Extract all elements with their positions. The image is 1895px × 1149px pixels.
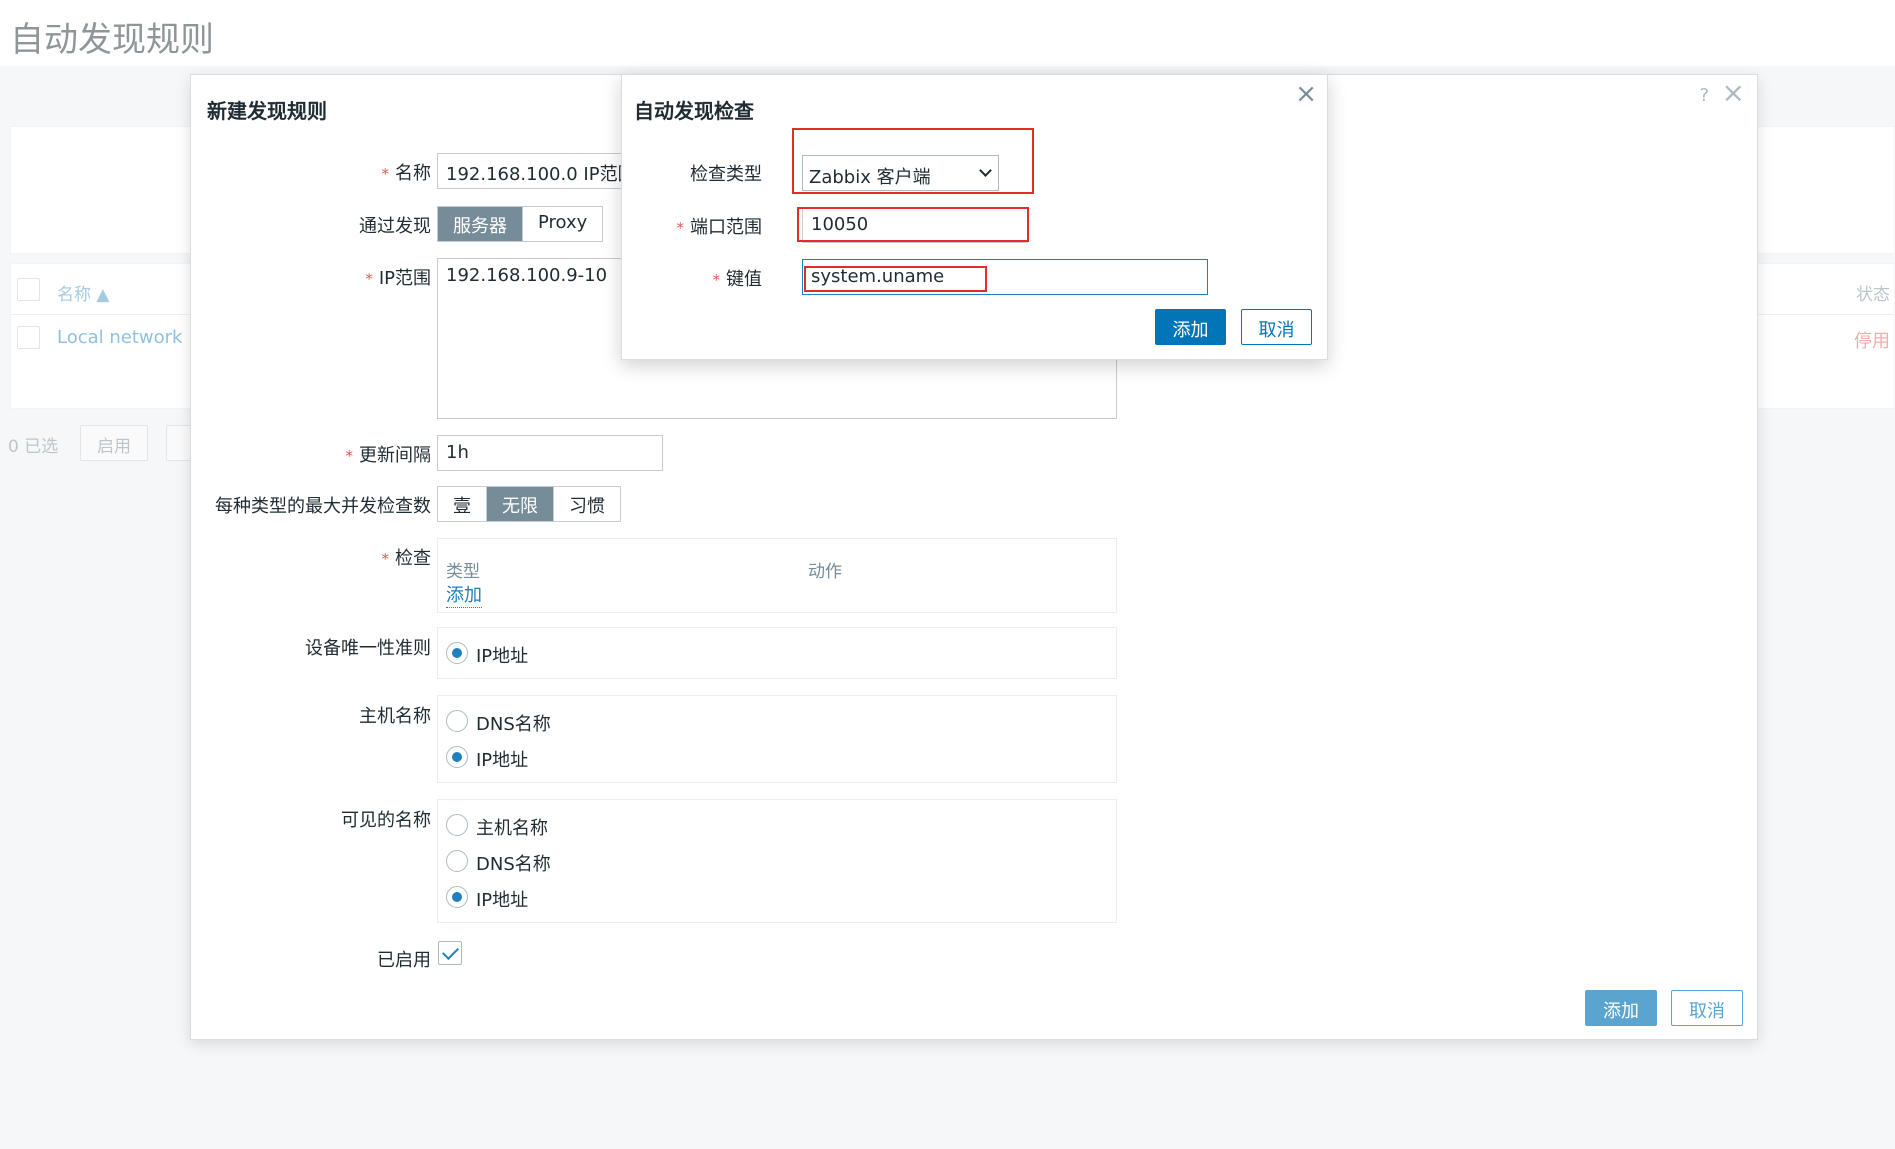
visible-name-label: 可见的名称: [341, 810, 431, 831]
name-label: 名称: [382, 159, 431, 185]
uniqueness-label: 设备唯一性准则: [305, 638, 431, 659]
checks-col-action: 动作: [808, 562, 842, 582]
check-type-select[interactable]: Zabbix 客户端: [802, 155, 999, 191]
visible-name-ip-label: IP地址: [476, 890, 529, 911]
visible-name-group: 主机名称 DNS名称 IP地址: [437, 799, 1117, 923]
host-name-label: 主机名称: [359, 706, 431, 727]
subdialog-close-icon[interactable]: ×: [1295, 81, 1317, 107]
update-interval-label: 更新间隔: [346, 441, 431, 467]
checks-col-type: 类型: [446, 562, 480, 582]
max-checks-label: 每种类型的最大并发检查数: [215, 496, 431, 517]
host-name-dns-radio[interactable]: [446, 710, 468, 732]
uniqueness-ip-label: IP地址: [476, 646, 529, 667]
host-name-group: DNS名称 IP地址: [437, 695, 1117, 783]
discover-by-segmented: 服务器 Proxy: [437, 206, 604, 242]
chevron-down-icon: [979, 164, 992, 177]
port-range-input[interactable]: 10050: [802, 207, 1028, 243]
dialog-title: 新建发现规则: [207, 99, 327, 123]
uniqueness-group: IP地址: [437, 627, 1117, 679]
max-checks-unlimited[interactable]: 无限: [487, 487, 554, 521]
max-checks-segmented: 壹 无限 习惯: [437, 486, 621, 522]
checks-label: 检查: [382, 544, 431, 570]
discover-by-server[interactable]: 服务器: [438, 207, 523, 241]
close-icon[interactable]: ×: [1722, 79, 1745, 107]
host-name-dns-label: DNS名称: [476, 714, 551, 735]
name-input[interactable]: 192.168.100.0 IP范围: [437, 153, 637, 189]
max-checks-custom[interactable]: 习惯: [554, 487, 620, 521]
max-checks-one[interactable]: 壹: [438, 487, 487, 521]
subdialog-title: 自动发现检查: [634, 99, 754, 123]
subdialog-cancel-button[interactable]: 取消: [1241, 309, 1312, 345]
check-type-value: Zabbix 客户端: [809, 167, 931, 188]
host-name-ip-radio[interactable]: [446, 746, 468, 768]
add-button[interactable]: 添加: [1585, 990, 1657, 1026]
host-name-ip-label: IP地址: [476, 750, 529, 771]
visible-name-dns-label: DNS名称: [476, 854, 551, 875]
checks-table: 类型 动作 添加: [437, 538, 1117, 613]
update-interval-input[interactable]: 1h: [437, 435, 663, 471]
uniqueness-ip-radio[interactable]: [446, 642, 468, 664]
subdialog-add-button[interactable]: 添加: [1155, 309, 1226, 345]
enabled-label: 已启用: [377, 950, 431, 971]
port-range-label: 端口范围: [677, 213, 762, 239]
help-icon[interactable]: ?: [1699, 85, 1709, 106]
checks-add-link[interactable]: 添加: [446, 581, 482, 608]
cancel-button[interactable]: 取消: [1671, 990, 1743, 1026]
enabled-checkbox[interactable]: [438, 941, 462, 965]
visible-name-ip-radio[interactable]: [446, 886, 468, 908]
discover-by-label: 通过发现: [359, 216, 431, 237]
discover-by-proxy[interactable]: Proxy: [523, 207, 602, 241]
discovery-check-dialog: 自动发现检查 × 检查类型 Zabbix 客户端 端口范围 10050 键值 s…: [621, 74, 1328, 360]
key-input[interactable]: system.uname: [802, 259, 1208, 295]
ip-range-label: IP范围: [365, 264, 431, 290]
visible-name-host-radio[interactable]: [446, 814, 468, 836]
check-type-label: 检查类型: [690, 164, 762, 185]
visible-name-host-label: 主机名称: [476, 818, 548, 839]
visible-name-dns-radio[interactable]: [446, 850, 468, 872]
key-label: 键值: [713, 265, 762, 291]
